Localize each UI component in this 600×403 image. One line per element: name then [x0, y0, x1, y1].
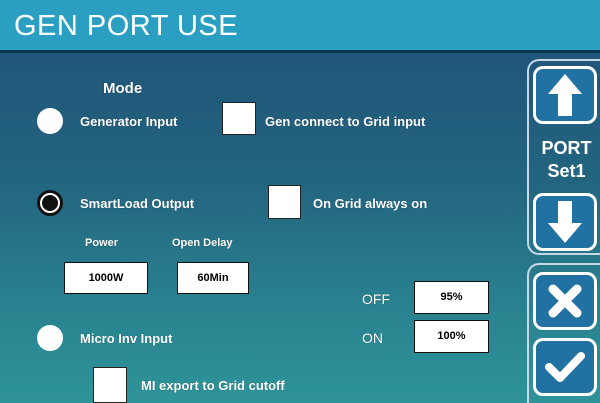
arrow-up-icon	[548, 74, 582, 116]
open-delay-label: Open Delay	[172, 237, 233, 249]
smartload-output-radio[interactable]	[37, 190, 63, 216]
smartload-output-label: SmartLoad Output	[80, 196, 195, 211]
cancel-button[interactable]	[533, 272, 597, 330]
radio-selected-dot	[42, 195, 58, 211]
power-value-field[interactable]: 1000W	[64, 262, 148, 294]
check-icon	[545, 352, 585, 382]
close-icon	[548, 284, 582, 318]
generator-input-radio[interactable]	[37, 108, 63, 134]
on-value-field[interactable]: 100%	[414, 320, 489, 353]
generator-input-label: Generator Input	[80, 114, 178, 129]
open-delay-value-field[interactable]: 60Min	[177, 262, 249, 294]
page-title: GEN PORT USE	[14, 10, 239, 42]
mi-export-cutoff-checkbox[interactable]	[93, 367, 127, 403]
confirm-button[interactable]	[533, 338, 597, 396]
on-grid-always-on-checkbox[interactable]	[268, 185, 301, 219]
mi-export-cutoff-label: MI export to Grid cutoff	[141, 378, 285, 393]
mode-label: Mode	[103, 80, 143, 97]
port-label: PORT	[541, 138, 592, 158]
power-label: Power	[85, 237, 119, 249]
on-grid-always-on-label: On Grid always on	[313, 196, 428, 211]
off-label: OFF	[362, 291, 390, 307]
gen-connect-grid-label: Gen connect to Grid input	[265, 114, 426, 129]
title-bar: GEN PORT USE	[0, 0, 600, 53]
gen-port-use-screen: GEN PORT USE Mode Generator Input Gen co…	[0, 0, 600, 403]
port-down-button[interactable]	[533, 193, 597, 251]
port-set-label: Set1	[547, 161, 586, 181]
micro-inv-input-radio[interactable]	[37, 325, 63, 351]
micro-inv-input-label: Micro Inv Input	[80, 331, 173, 346]
gen-connect-grid-checkbox[interactable]	[222, 102, 256, 135]
on-label: ON	[362, 330, 383, 346]
arrow-down-icon	[548, 201, 582, 243]
off-value-field[interactable]: 95%	[414, 281, 489, 314]
port-up-button[interactable]	[533, 66, 597, 124]
